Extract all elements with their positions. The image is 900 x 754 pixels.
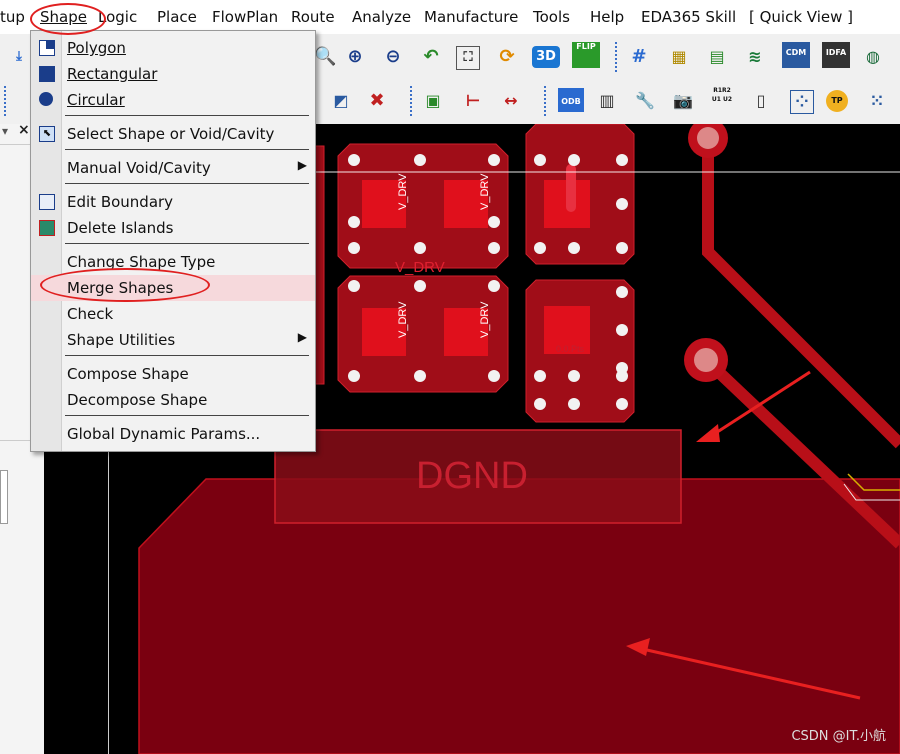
submenu-arrow-icon: ▶ bbox=[297, 330, 307, 344]
delete-icon[interactable]: ✖ bbox=[366, 90, 388, 112]
menu-item-polygon[interactable]: Polygon bbox=[31, 35, 315, 61]
menu-help[interactable]: Help bbox=[590, 8, 624, 26]
measure-icon[interactable]: ↔ bbox=[500, 90, 522, 112]
menu-separator bbox=[65, 415, 309, 416]
menu-shape[interactable]: Shape bbox=[40, 8, 87, 26]
net-label-v-drv: V_DRV bbox=[395, 259, 445, 276]
color-palette-icon[interactable]: ▦ bbox=[668, 46, 690, 68]
delete-islands-icon bbox=[39, 220, 55, 236]
toolbar-separator bbox=[410, 86, 414, 116]
menu-logic[interactable]: Logic bbox=[98, 8, 137, 26]
menu-item-select-shape[interactable]: ⬉ Select Shape or Void/Cavity bbox=[31, 121, 315, 147]
layers-icon[interactable]: ▤ bbox=[706, 46, 728, 68]
edit-boundary-icon bbox=[39, 194, 55, 210]
circle-icon bbox=[39, 92, 53, 106]
menu-item-edit-boundary[interactable]: Edit Boundary bbox=[31, 189, 315, 215]
zoom-previous-icon[interactable]: ↶ bbox=[420, 46, 442, 68]
net-label-dgnd: DGND bbox=[416, 455, 528, 497]
rectangle-icon bbox=[39, 66, 55, 82]
board-icon[interactable]: ▣ bbox=[422, 90, 444, 112]
menu-setup[interactable]: tup bbox=[0, 8, 25, 26]
zoom-fit-icon[interactable]: ⛶ bbox=[456, 46, 480, 70]
menu-separator bbox=[65, 149, 309, 150]
select-area-icon[interactable]: ◩ bbox=[330, 90, 352, 112]
odb-export-icon[interactable]: ODB bbox=[558, 88, 584, 112]
menu-analyze[interactable]: Analyze bbox=[352, 8, 411, 26]
refresh-icon[interactable]: ⟳ bbox=[496, 46, 518, 68]
menu-item-delete-islands[interactable]: Delete Islands bbox=[31, 215, 315, 241]
refdes-icon[interactable]: R1R2 U1 U2 bbox=[708, 86, 736, 114]
menu-item-merge-shapes[interactable]: Merge Shapes bbox=[31, 275, 315, 301]
menu-place[interactable]: Place bbox=[157, 8, 197, 26]
menu-tools[interactable]: Tools bbox=[533, 8, 570, 26]
globe-icon[interactable]: ◍ bbox=[862, 46, 884, 68]
menu-item-change-shape-type[interactable]: Change Shape Type bbox=[31, 249, 315, 275]
large-via-bottom-hole bbox=[694, 348, 718, 372]
menu-item-circular[interactable]: Circular bbox=[31, 87, 315, 113]
panel-dropdown-icon[interactable]: ▾ bbox=[2, 124, 8, 138]
zoom-in-icon[interactable]: ⊕ bbox=[344, 46, 366, 68]
panel-field[interactable] bbox=[0, 470, 8, 524]
matrix-icon[interactable]: ⁘ bbox=[790, 90, 814, 114]
menu-quick-view[interactable]: [ Quick View ] bbox=[749, 8, 853, 26]
menu-route[interactable]: Route bbox=[291, 8, 335, 26]
pad-label: V_DRV bbox=[479, 173, 491, 210]
testpoint-icon[interactable]: TP bbox=[826, 90, 848, 112]
menu-separator bbox=[65, 355, 309, 356]
zoom-out-icon[interactable]: ⊖ bbox=[382, 46, 404, 68]
menu-item-global-dynamic-params[interactable]: Global Dynamic Params... bbox=[31, 421, 315, 447]
pad-highlight bbox=[566, 164, 576, 212]
menu-item-check[interactable]: Check bbox=[31, 301, 315, 327]
menu-eda365-skill[interactable]: EDA365 Skill bbox=[641, 8, 736, 26]
panel-close-icon[interactable]: × bbox=[18, 122, 30, 138]
zoom-icon[interactable]: 🔍 bbox=[314, 46, 336, 68]
menu-manufacture[interactable]: Manufacture bbox=[424, 8, 518, 26]
watermark: CSDN @IT.小航 bbox=[791, 729, 886, 744]
toolbar-separator bbox=[544, 86, 548, 116]
camera-icon[interactable]: 📷 bbox=[672, 90, 694, 112]
array-icon[interactable]: ⁙ bbox=[866, 90, 888, 112]
menu-flowplan[interactable]: FlowPlan bbox=[212, 8, 278, 26]
menu-item-compose-shape[interactable]: Compose Shape bbox=[31, 361, 315, 387]
polygon-icon bbox=[39, 40, 55, 56]
menu-separator bbox=[65, 183, 309, 184]
grid-icon[interactable]: # bbox=[628, 46, 650, 68]
dimension-icon[interactable]: ⊢ bbox=[462, 90, 484, 112]
document-icon[interactable]: ▯ bbox=[750, 90, 772, 112]
shape-dropdown-menu: Polygon Rectangular Circular ⬉ Select Sh… bbox=[30, 30, 316, 452]
annotation-arrowhead bbox=[696, 424, 720, 442]
menu-item-manual-void[interactable]: Manual Void/Cavity ▶ bbox=[31, 155, 315, 181]
toolbar-separator bbox=[4, 86, 8, 116]
submenu-arrow-icon: ▶ bbox=[297, 158, 307, 172]
pad-label: V_DRV bbox=[397, 301, 409, 338]
menu-separator bbox=[65, 243, 309, 244]
pad-label: V_DRV bbox=[479, 301, 491, 338]
idfa-icon[interactable]: IDFA bbox=[822, 42, 850, 68]
menu-separator bbox=[65, 115, 309, 116]
cdm-icon[interactable]: CDM bbox=[782, 42, 810, 68]
select-shape-icon: ⬉ bbox=[39, 126, 55, 142]
pad-label: V_DRV bbox=[397, 173, 409, 210]
stackup-icon[interactable]: ≋ bbox=[744, 46, 766, 68]
3d-view-icon[interactable]: 3D bbox=[532, 46, 560, 68]
trace-upper[interactable] bbox=[702, 140, 900, 449]
menu-item-shape-utilities[interactable]: Shape Utilities ▶ bbox=[31, 327, 315, 353]
arrow-down-icon[interactable]: ⤓ bbox=[8, 46, 30, 68]
large-via-top-hole bbox=[697, 127, 719, 149]
menu-bar: tup Shape Logic Place FlowPlan Route Ana… bbox=[0, 0, 900, 34]
menu-item-decompose-shape[interactable]: Decompose Shape bbox=[31, 387, 315, 413]
menu-item-rectangular[interactable]: Rectangular bbox=[31, 61, 315, 87]
flip-board-icon[interactable]: FLIP bbox=[572, 42, 600, 68]
library-icon[interactable]: ▥ bbox=[596, 90, 618, 112]
faint-label: 0.0.Pts bbox=[556, 344, 585, 354]
wrench-icon[interactable]: 🔧 bbox=[634, 90, 656, 112]
toolbar-separator bbox=[615, 42, 619, 72]
